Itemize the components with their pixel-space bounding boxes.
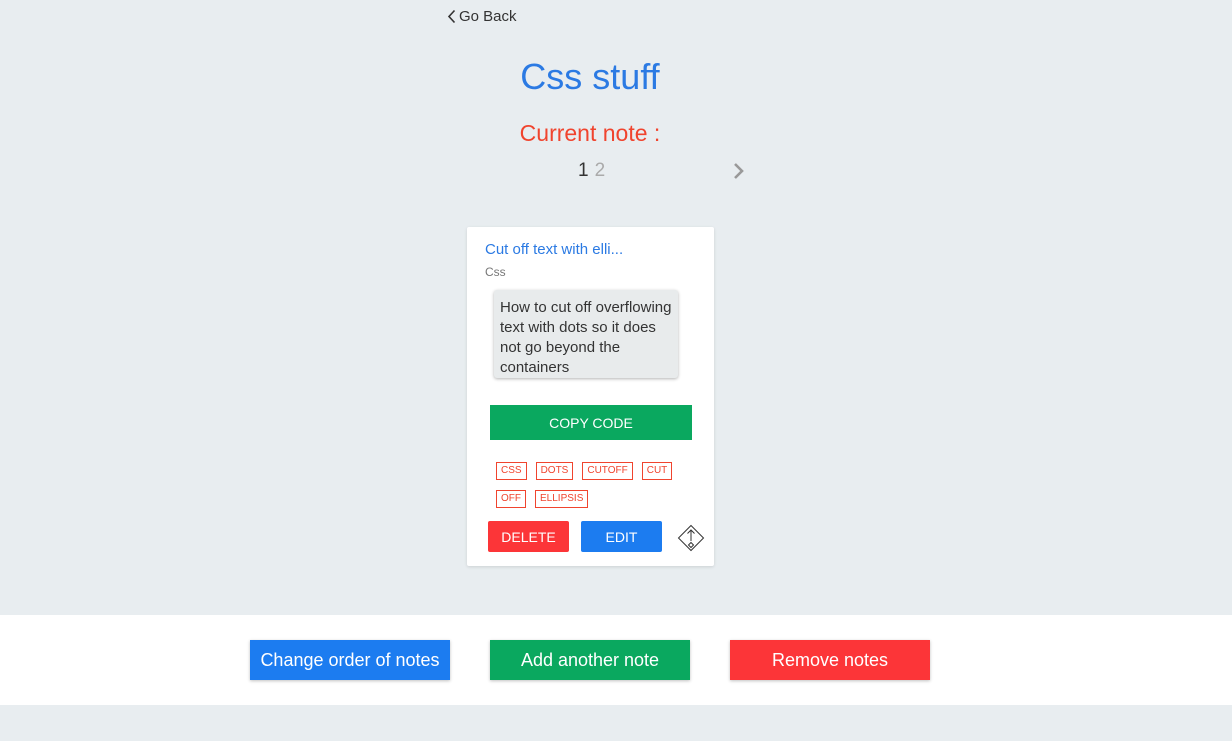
tag[interactable]: CUT [641,462,673,480]
tag[interactable]: CSS [496,462,527,480]
page-title: Css stuff [520,56,660,97]
note-title[interactable]: Cut off text with elli... [485,241,623,258]
note-category: Css [485,265,506,279]
tag[interactable]: DOTS [535,462,574,480]
bottom-action-bar: Change order of notes Add another note R… [0,615,1232,705]
edit-button[interactable]: EDIT [581,521,662,552]
chevron-right-icon [734,163,744,179]
page-number-2[interactable]: 2 [595,160,606,182]
delete-button[interactable]: DELETE [488,521,569,552]
tag[interactable]: OFF [496,490,526,508]
go-back-link[interactable]: Go Back [447,8,517,25]
note-card: Cut off text with elli... Css How to cut… [467,227,714,566]
tag[interactable]: ELLIPSIS [535,490,589,508]
note-description: How to cut off overflowing text with dot… [494,290,678,378]
tag-list: CSS DOTS CUTOFF CUT OFF ELLIPSIS [496,462,696,508]
copy-code-button[interactable]: COPY CODE [490,405,692,440]
change-order-button[interactable]: Change order of notes [250,640,450,680]
move-arrows-icon[interactable] [677,524,705,557]
tag[interactable]: CUTOFF [582,462,633,480]
go-back-label: Go Back [459,8,517,25]
note-pager: 1 2 [578,160,605,182]
chevron-left-icon [447,9,456,24]
current-note-label: Current note : [519,120,661,146]
page-number-1[interactable]: 1 [578,160,589,182]
remove-notes-button[interactable]: Remove notes [730,640,930,680]
next-note-button[interactable] [732,162,746,185]
add-note-button[interactable]: Add another note [490,640,690,680]
